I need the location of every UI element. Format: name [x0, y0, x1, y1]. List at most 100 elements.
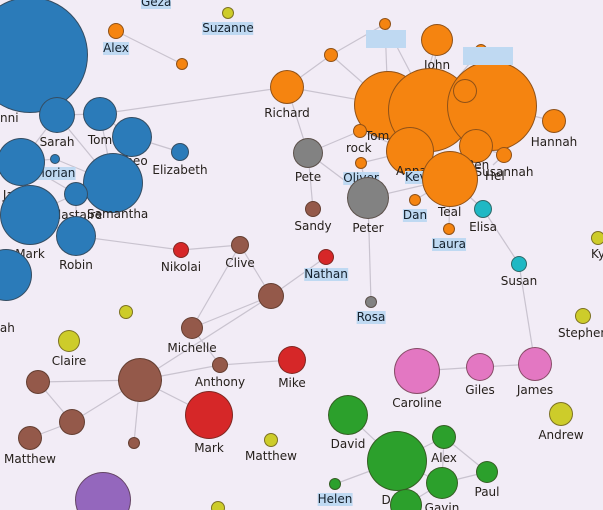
graph-node-alex[interactable]	[108, 23, 124, 39]
node-label-gavin: Gavin	[424, 501, 460, 510]
graph-node-sandy[interactable]	[305, 201, 321, 217]
graph-node[interactable]	[324, 48, 338, 62]
node-label-andrew: Andrew	[538, 428, 584, 442]
graph-node-giles[interactable]	[466, 353, 494, 381]
graph-node-rosa[interactable]	[365, 296, 377, 308]
node-label-peter: Peter	[352, 221, 384, 235]
graph-node[interactable]	[26, 370, 50, 394]
node-label-matthew: Matthew	[4, 452, 56, 466]
graph-node-pete[interactable]	[293, 138, 323, 168]
node-label-rock: rock	[346, 141, 372, 155]
graph-node-suzanne[interactable]	[222, 7, 234, 19]
graph-node-paul[interactable]	[476, 461, 498, 483]
graph-node[interactable]	[353, 124, 367, 138]
graph-node[interactable]	[211, 501, 225, 510]
graph-node-elizabeth[interactable]	[171, 143, 189, 161]
graph-node[interactable]	[453, 79, 477, 103]
node-label-paul: Paul	[474, 485, 500, 499]
node-label-dan: Dan	[402, 208, 428, 222]
node-label-david: David	[330, 437, 366, 451]
empty-label-highlight	[366, 30, 406, 48]
node-label-mike: Mike	[278, 376, 306, 390]
node-label-ky: Ky	[591, 247, 603, 261]
node-label-michelle: Michelle	[167, 341, 217, 355]
graph-node-gavin[interactable]	[426, 467, 458, 499]
node-label-nikolai: Nikolai	[160, 260, 202, 274]
graph-node-tom[interactable]	[83, 97, 117, 131]
graph-node-peter[interactable]	[347, 177, 389, 219]
node-label-hel: Hel	[485, 169, 505, 183]
graph-node-mark[interactable]	[0, 185, 60, 245]
graph-node-ky[interactable]	[591, 231, 603, 245]
graph-node-claire[interactable]	[58, 330, 80, 352]
node-label-alex: Alex	[103, 41, 129, 55]
graph-node-samantha[interactable]	[83, 153, 143, 213]
graph-node-susan[interactable]	[511, 256, 527, 272]
graph-node-nathan[interactable]	[318, 249, 334, 265]
graph-node[interactable]	[379, 18, 391, 30]
graph-node[interactable]	[59, 409, 85, 435]
node-label-james: James	[516, 383, 554, 397]
node-label-alex: Alex	[431, 451, 457, 465]
graph-node-teal[interactable]	[422, 151, 478, 207]
node-label-nathan: Nathan	[304, 267, 348, 281]
node-label-caroline: Caroline	[392, 396, 442, 410]
graph-node-dave[interactable]	[367, 431, 427, 491]
graph-edge	[482, 208, 520, 265]
node-label-stephen: Stephen	[558, 326, 603, 340]
graph-node[interactable]	[258, 283, 284, 309]
node-label-anthony: Anthony	[194, 375, 246, 389]
graph-node-stephen[interactable]	[575, 308, 591, 324]
graph-node-anthony[interactable]	[212, 357, 228, 373]
graph-node-john[interactable]	[421, 24, 453, 56]
node-label-giles: Giles	[465, 383, 495, 397]
graph-node-alastaire[interactable]	[64, 182, 88, 206]
graph-node-helen[interactable]	[329, 478, 341, 490]
graph-node-clive[interactable]	[231, 236, 249, 254]
graph-node-david[interactable]	[328, 395, 368, 435]
graph-node-andrew[interactable]	[549, 402, 573, 426]
graph-node-sarah[interactable]	[39, 97, 75, 133]
node-label-clive: Clive	[225, 256, 255, 270]
node-label-pete: Pete	[294, 170, 322, 184]
node-label-hannah: Hannah	[530, 135, 578, 149]
node-label-sarah: Sarah	[39, 135, 75, 149]
graph-node[interactable]	[128, 437, 140, 449]
node-label-teal: Teal	[438, 205, 462, 219]
graph-node-caroline[interactable]	[394, 348, 440, 394]
graph-node[interactable]	[176, 58, 188, 70]
network-graph-canvas[interactable]: GezaSuzanneAlexRichardJohnClaireHannahTo…	[0, 0, 603, 510]
graph-node-theo[interactable]	[112, 117, 152, 157]
node-label-sandy: Sandy	[294, 219, 332, 233]
graph-node-oliver[interactable]	[355, 157, 367, 169]
graph-node-mark[interactable]	[185, 391, 233, 439]
graph-node-matthew[interactable]	[18, 426, 42, 450]
graph-node-hannah[interactable]	[542, 109, 566, 133]
node-label-elisa: Elisa	[469, 220, 497, 234]
graph-node-nikolai[interactable]	[173, 242, 189, 258]
graph-edge	[99, 86, 288, 115]
graph-node-susannah[interactable]	[496, 147, 512, 163]
node-label-tom: Tom	[87, 133, 113, 147]
graph-node-mike[interactable]	[278, 346, 306, 374]
graph-node-laura[interactable]	[443, 223, 455, 235]
graph-node-michelle[interactable]	[181, 317, 203, 339]
graph-node-dan[interactable]	[409, 194, 421, 206]
node-label-mark: Mark	[194, 441, 224, 455]
graph-node-alex[interactable]	[432, 425, 456, 449]
node-label-rah: rah	[0, 321, 15, 335]
graph-node-richard[interactable]	[270, 70, 304, 104]
node-label-robin: Robin	[59, 258, 93, 272]
graph-node[interactable]	[118, 358, 162, 402]
graph-node-james[interactable]	[518, 347, 552, 381]
graph-node-matthew[interactable]	[264, 433, 278, 447]
empty-label-highlight	[463, 47, 513, 65]
node-label-nni: nni	[0, 111, 19, 125]
graph-node[interactable]	[119, 305, 133, 319]
graph-node-elisa[interactable]	[474, 200, 492, 218]
graph-node-robin[interactable]	[56, 216, 96, 256]
node-label-susan: Susan	[500, 274, 538, 288]
node-label-suzanne: Suzanne	[202, 21, 254, 35]
node-label-geza: Geza	[141, 0, 172, 9]
graph-node-florian[interactable]	[50, 154, 60, 164]
